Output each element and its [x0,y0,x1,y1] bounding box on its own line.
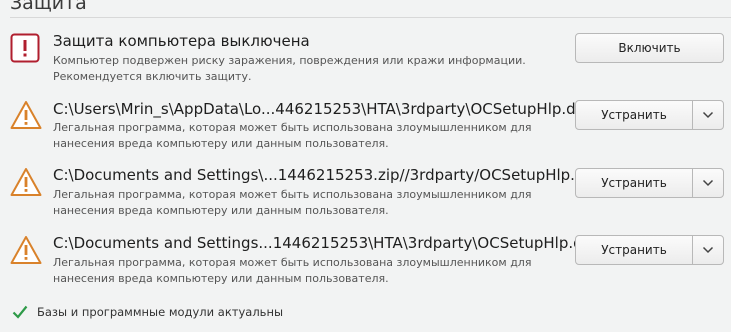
protection-alert-desc-line2: Рекомендуется включить защиту. [53,70,252,83]
threat-path: C:\Documents and Settings\...1446215253.… [53,166,593,184]
chevron-down-icon [702,176,714,190]
threat-desc-line1: Легальная программа, которая может быть … [53,188,532,201]
protection-alert-desc-line1: Компьютер подвержен риску заражения, пов… [53,54,526,67]
threat-desc-line2: нанесения вреда компьютеру или данным по… [53,272,389,285]
threat-path: C:\Users\Mrin_s\AppData\Lo...446215253\H… [53,100,585,118]
fix-threat-button[interactable]: Устранить [575,235,693,265]
warning-icon [10,235,42,269]
fix-options-dropdown[interactable] [692,168,724,198]
fix-threat-button[interactable]: Устранить [575,100,693,130]
section-divider [10,17,731,18]
update-status-text: Базы и программные модули актуальны [37,305,284,319]
fix-options-dropdown[interactable] [692,100,724,130]
threat-desc-line2: нанесения вреда компьютеру или данным по… [53,204,389,217]
exclamation-icon [10,33,40,67]
threat-path: C:\Documents and Settings...1446215253\H… [53,234,591,252]
protection-alert-title: Защита компьютера выключена [53,32,310,50]
threat-desc-line1: Легальная программа, которая может быть … [53,256,532,269]
section-title: Защита [10,0,87,14]
checkmark-icon [12,304,28,323]
chevron-down-icon [702,243,714,257]
enable-protection-button[interactable]: Включить [575,33,724,63]
threat-desc-line1: Легальная программа, которая может быть … [53,121,532,134]
chevron-down-icon [702,108,714,122]
threat-desc-line2: нанесения вреда компьютеру или данным по… [53,137,389,150]
fix-options-dropdown[interactable] [692,235,724,265]
fix-threat-button[interactable]: Устранить [575,168,693,198]
warning-icon [10,100,42,134]
warning-icon [10,167,42,201]
